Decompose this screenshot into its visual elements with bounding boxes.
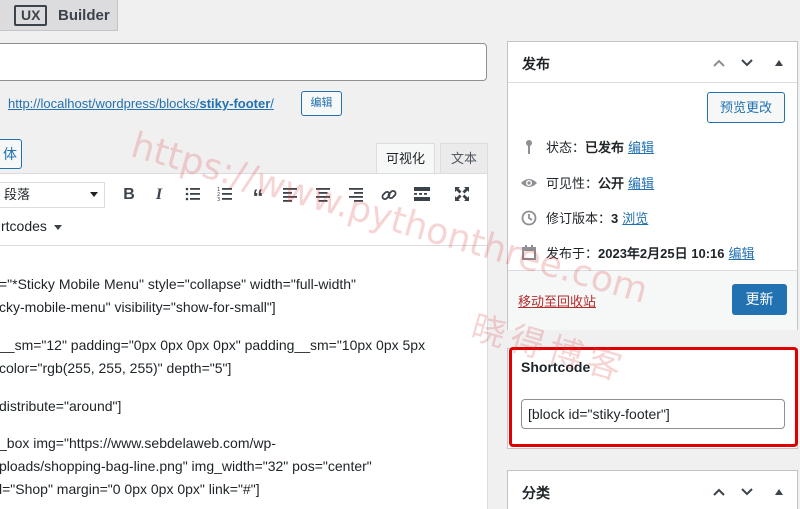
published-row: 发布于：2023年2月25日 10:16 编辑 xyxy=(520,243,755,262)
content-line: distribute="around"] xyxy=(0,398,122,414)
eye-icon xyxy=(521,179,537,187)
tab-visual[interactable]: 可视化 xyxy=(376,143,435,174)
svg-text:3: 3 xyxy=(217,197,220,202)
preview-changes-button[interactable]: 预览更改 xyxy=(707,92,785,123)
content-line: cky-mobile-menu" visibility="show-for-sm… xyxy=(0,299,276,315)
published-label: 发布于： xyxy=(546,246,599,261)
status-value: 已发布 xyxy=(585,140,625,155)
chevron-down-icon xyxy=(90,192,98,197)
permalink-slug: stiky-footer xyxy=(199,96,271,111)
publish-box: 发布 预览更改 状态：已发布 编辑 可见性：公开 编辑 修订版本：3 浏览 发布于：2… xyxy=(507,41,798,330)
collapse-icon[interactable] xyxy=(772,485,786,499)
content-line: __sm="12" padding="0px 0px 0px 0px" padd… xyxy=(0,337,426,353)
add-media-button[interactable]: 体 xyxy=(0,139,22,169)
shortcode-textarea[interactable]: [block id="stiky-footer"] xyxy=(521,399,785,429)
bullet-list-icon[interactable] xyxy=(181,184,205,206)
italic-icon[interactable]: I xyxy=(147,184,171,206)
categories-box: 分类 xyxy=(507,470,798,509)
permalink-suffix: / xyxy=(270,96,274,111)
shortcode-title: Shortcode xyxy=(521,359,591,375)
permalink-link[interactable]: http://localhost/wordpress/blocks/stiky-… xyxy=(8,96,274,111)
publish-actions: 移动至回收站 更新 xyxy=(508,270,797,330)
shortcodes-label: rtcodes xyxy=(1,218,47,234)
move-down-icon[interactable] xyxy=(740,56,754,70)
ux-builder-tab[interactable]: UX Builder xyxy=(0,0,118,31)
ux-logo-icon: UX xyxy=(14,5,48,26)
shortcode-box: Shortcode [block id="stiky-footer"] xyxy=(507,348,798,449)
publish-box-title: 发布 xyxy=(522,56,550,72)
categories-box-header: 分类 xyxy=(508,471,797,509)
content-line: _box img="https://www.sebdelaweb.com/wp- xyxy=(0,435,276,451)
update-button[interactable]: 更新 xyxy=(732,284,787,315)
categories-box-title: 分类 xyxy=(522,485,550,501)
browse-revisions-link[interactable]: 浏览 xyxy=(622,211,648,226)
fullscreen-icon[interactable] xyxy=(450,184,474,206)
move-to-trash-link[interactable]: 移动至回收站 xyxy=(518,291,596,310)
content-line: ="*Sticky Mobile Menu" style="collapse" … xyxy=(0,276,357,292)
move-up-icon[interactable] xyxy=(712,56,726,70)
revisions-label: 修订版本： xyxy=(546,211,612,226)
edit-slug-button[interactable]: 编辑 xyxy=(301,91,342,116)
numbered-list-icon[interactable]: 123 xyxy=(213,184,237,206)
publish-box-header: 发布 xyxy=(508,42,797,83)
edit-date-link[interactable]: 编辑 xyxy=(729,246,755,261)
revisions-value: 3 xyxy=(611,211,619,226)
permalink-base: http://localhost/wordpress/blocks/ xyxy=(8,96,200,111)
collapse-icon[interactable] xyxy=(772,56,786,70)
tab-text[interactable]: 文本 xyxy=(440,143,488,174)
pin-icon xyxy=(526,140,532,154)
move-up-icon[interactable] xyxy=(712,485,726,499)
content-editor[interactable]: 段落 B I 123 “ rtcodes ="*Sticky Mobile Me… xyxy=(0,173,488,509)
align-left-icon[interactable] xyxy=(278,184,302,206)
bold-icon[interactable]: B xyxy=(117,184,141,206)
status-row: 状态：已发布 编辑 xyxy=(520,137,654,156)
link-icon[interactable] xyxy=(377,184,401,206)
published-value: 2023年2月25日 10:16 xyxy=(598,246,725,261)
visibility-row: 可见性：公开 编辑 xyxy=(520,173,654,192)
align-right-icon[interactable] xyxy=(344,184,368,206)
content-line: color="rgb(255, 255, 255)" depth="5"] xyxy=(0,360,232,376)
content-line: l="Shop" margin="0 0px 0px 0px" link="#"… xyxy=(0,481,260,497)
ux-builder-label: Builder xyxy=(58,7,110,24)
chevron-down-icon xyxy=(53,224,62,230)
blockquote-icon[interactable]: “ xyxy=(246,184,270,210)
visibility-value: 公开 xyxy=(598,176,625,191)
visibility-label: 可见性： xyxy=(546,176,599,191)
post-title-input[interactable] xyxy=(0,43,487,81)
history-icon xyxy=(521,210,537,226)
status-label: 状态： xyxy=(546,140,586,155)
format-select[interactable]: 段落 xyxy=(0,182,105,208)
calendar-icon xyxy=(522,245,536,260)
edit-visibility-link[interactable]: 编辑 xyxy=(628,176,654,191)
edit-status-link[interactable]: 编辑 xyxy=(628,140,654,155)
editor-toolbar: 段落 B I 123 “ rtcodes xyxy=(0,174,487,246)
shortcodes-dropdown[interactable]: rtcodes xyxy=(1,218,62,234)
move-down-icon[interactable] xyxy=(740,485,754,499)
content-line: ploads/shopping-bag-line.png" img_width=… xyxy=(0,458,372,474)
read-more-icon[interactable] xyxy=(410,184,434,206)
revisions-row: 修订版本：3 浏览 xyxy=(520,208,648,227)
format-select-value: 段落 xyxy=(4,187,31,202)
align-center-icon[interactable] xyxy=(311,184,335,206)
